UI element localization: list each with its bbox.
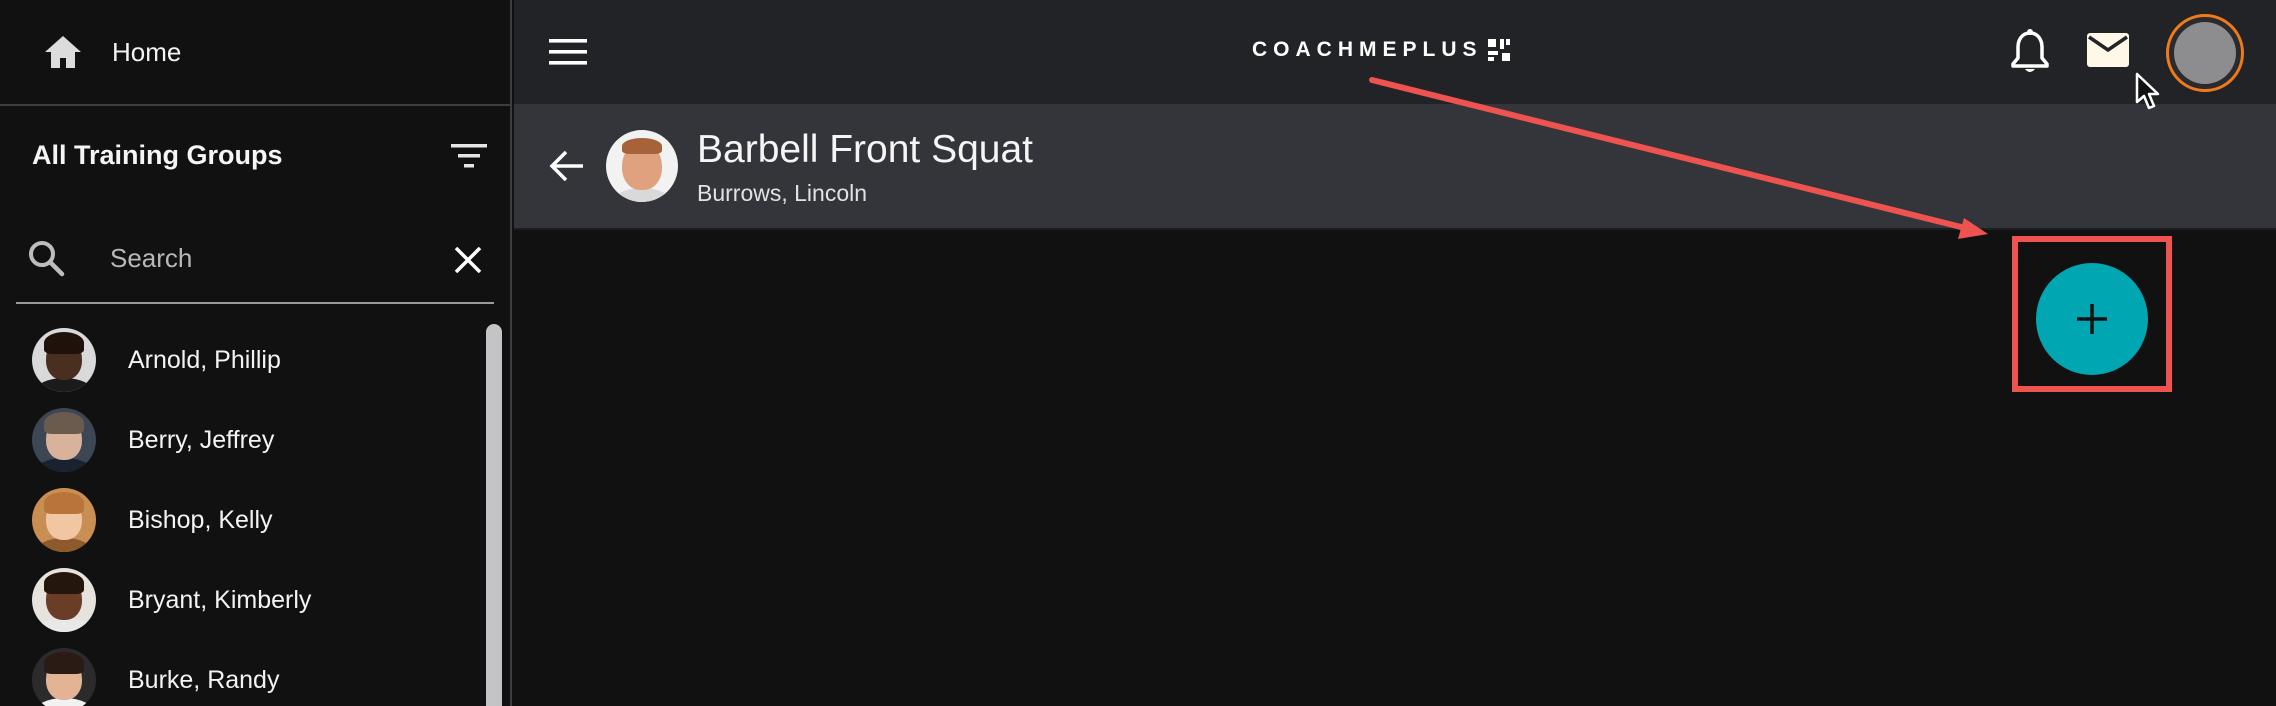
scrollbar-thumb[interactable] (486, 324, 502, 706)
sidebar: Home All Training Groups Search Arnold, … (0, 0, 512, 706)
athlete-name: Berry, Jeffrey (128, 426, 275, 454)
home-nav-item[interactable]: Home (0, 0, 510, 106)
list-item[interactable]: Bryant, Kimberly (0, 560, 480, 640)
training-group-title: All Training Groups (32, 140, 283, 170)
athlete-list: Arnold, Phillip Berry, Jeffrey Bishop, K… (0, 320, 480, 706)
athlete-name: Arnold, Phillip (128, 346, 281, 374)
add-button[interactable] (2036, 263, 2148, 375)
athlete-avatar (606, 130, 678, 202)
search-bar (16, 232, 494, 304)
back-arrow-icon[interactable] (548, 148, 586, 184)
list-item[interactable]: Arnold, Phillip (0, 320, 480, 400)
search-icon (29, 241, 65, 277)
mail-icon[interactable] (2086, 32, 2130, 68)
athlete-name: Burke, Randy (128, 666, 280, 694)
list-item[interactable]: Berry, Jeffrey (0, 400, 480, 480)
menu-icon[interactable] (548, 38, 588, 66)
home-label: Home (112, 37, 182, 67)
bell-icon[interactable] (2008, 28, 2052, 76)
avatar (32, 488, 96, 552)
brand-name: COACHMEPLUS (1252, 38, 1483, 61)
app-root: Home All Training Groups Search Arnold, … (0, 0, 2276, 706)
filter-icon[interactable] (449, 141, 489, 171)
plus-icon (2077, 304, 2107, 334)
search-input[interactable] (110, 240, 440, 276)
athlete-name: Bryant, Kimberly (128, 586, 312, 614)
mouse-cursor-icon (2135, 72, 2160, 110)
home-icon (45, 36, 81, 68)
avatar (32, 568, 96, 632)
exercise-header: Barbell Front Squat Burrows, Lincoln (514, 104, 2276, 230)
brand-mark-icon (1487, 39, 1510, 61)
exercise-title: Barbell Front Squat (697, 128, 1034, 171)
profile-avatar[interactable] (2166, 14, 2244, 92)
scrollbar[interactable] (480, 318, 508, 706)
brand-logo: COACHMEPLUS (1252, 38, 1511, 62)
close-icon[interactable] (452, 244, 484, 276)
list-item[interactable]: Burke, Randy (0, 640, 480, 706)
avatar (32, 408, 96, 472)
avatar (32, 328, 96, 392)
top-bar: COACHMEPLUS (514, 0, 2276, 104)
avatar (32, 648, 96, 706)
list-item[interactable]: Bishop, Kelly (0, 480, 480, 560)
athlete-name: Bishop, Kelly (128, 506, 273, 534)
athlete-subtitle: Burrows, Lincoln (697, 180, 868, 206)
